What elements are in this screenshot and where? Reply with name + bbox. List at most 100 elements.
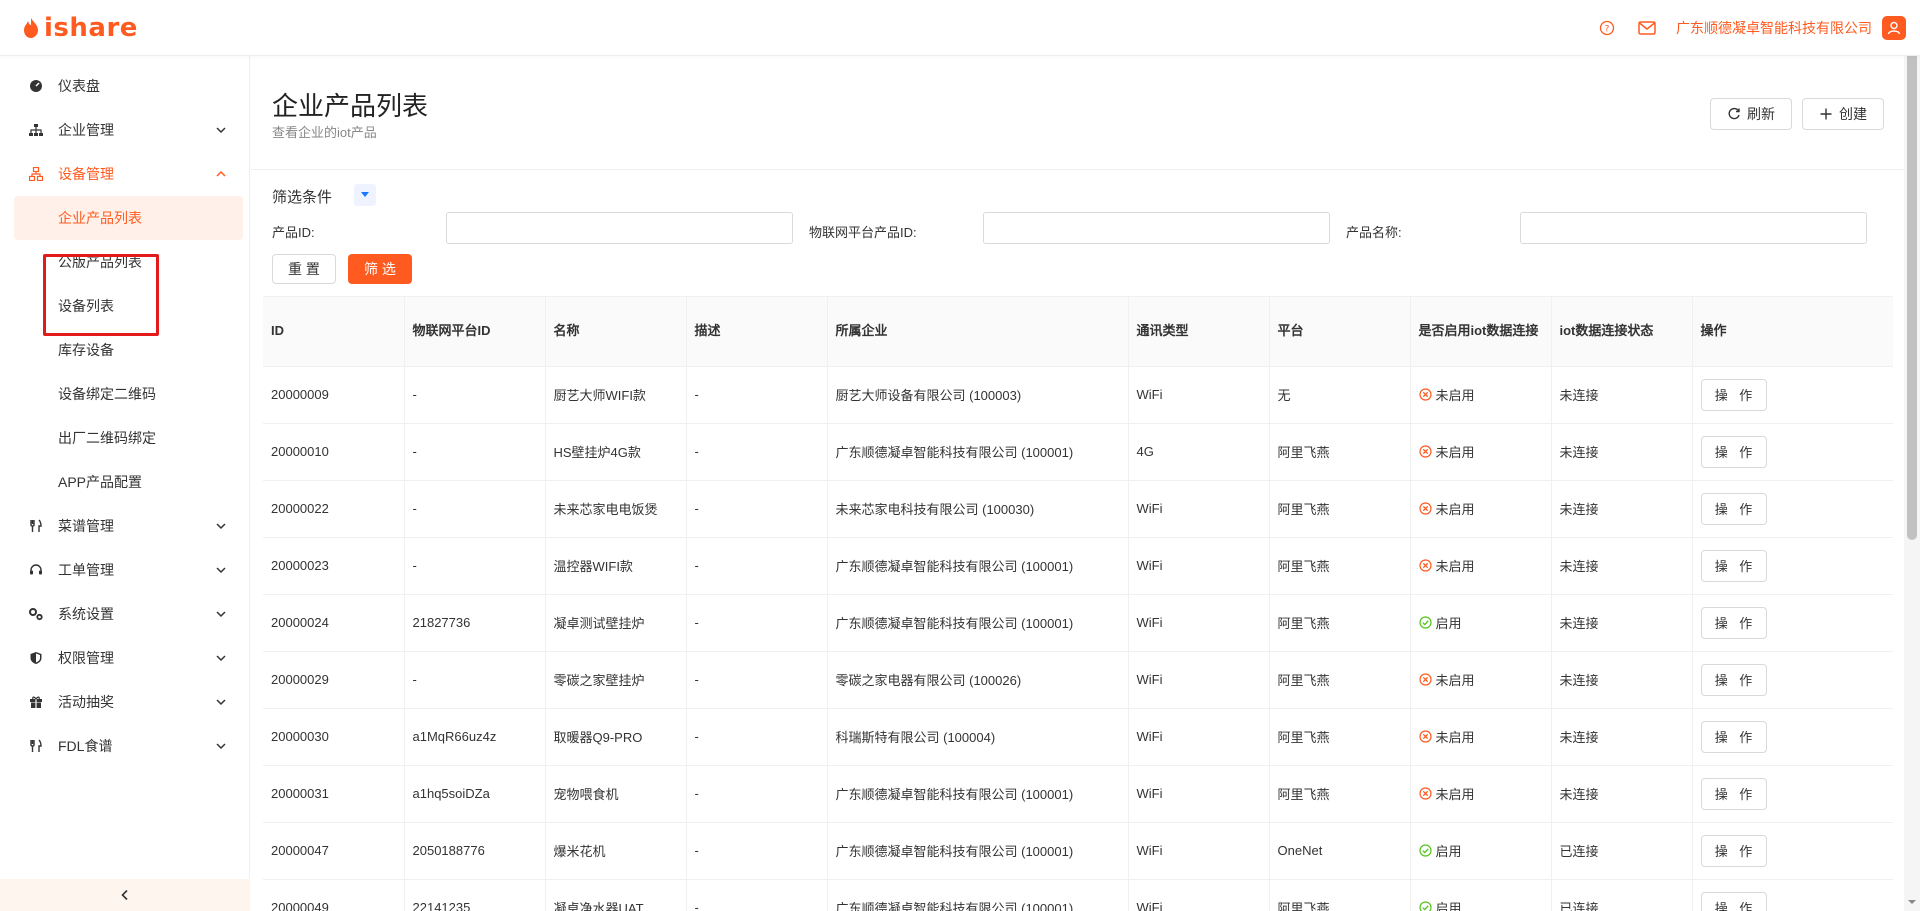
column-header: 名称	[545, 297, 687, 367]
sidebar-item-recipes[interactable]: 菜谱管理	[0, 504, 249, 548]
reset-button[interactable]: 重 置	[272, 254, 336, 284]
table-cell: WiFi	[1128, 822, 1270, 880]
check-circle-icon	[1418, 616, 1432, 629]
row-action-button[interactable]: 操 作	[1700, 720, 1767, 753]
table-cell-actions: 操 作	[1692, 822, 1893, 880]
app-logo[interactable]: ishare	[22, 13, 138, 43]
scroll-down-arrow-icon[interactable]	[1908, 898, 1916, 906]
table-cell: 未连接	[1551, 480, 1693, 538]
table-cell: 广东顺德凝卓智能科技有限公司 (100001)	[827, 537, 1129, 595]
sidebar-sub-app-config[interactable]: APP产品配置	[14, 460, 243, 504]
chevron-up-icon	[216, 170, 226, 177]
table-cell: 20000047	[263, 822, 405, 880]
table-cell: 未来芯家电电饭煲	[545, 480, 687, 538]
status-text: 启用	[1435, 844, 1462, 859]
table-cell: 未连接	[1551, 423, 1693, 481]
help-icon[interactable]: ?	[1596, 17, 1618, 39]
create-button[interactable]: 创建	[1802, 98, 1884, 130]
iot-enabled-status: 启用	[1418, 613, 1462, 632]
column-header: iot数据连接状态	[1551, 297, 1693, 367]
sidebar-item-label: 菜谱管理	[58, 518, 114, 534]
row-action-button[interactable]: 操 作	[1700, 891, 1767, 911]
table-cell-actions: 操 作	[1692, 366, 1893, 424]
sidebar: 仪表盘 企业管理 设备管理 企业产品列表 公版产品列表 设备列表 库存设备 设备…	[0, 56, 250, 911]
sidebar-item-label: 设备管理	[58, 166, 114, 182]
platform-product-id-input[interactable]	[983, 212, 1330, 244]
sidebar-item-settings[interactable]: 系统设置	[0, 592, 249, 636]
table-cell-actions: 操 作	[1692, 423, 1893, 481]
status-text: 启用	[1435, 616, 1462, 631]
sidebar-item-device[interactable]: 设备管理	[0, 152, 249, 196]
column-header: 操作	[1692, 297, 1893, 367]
scrollbar-thumb[interactable]	[1907, 20, 1917, 540]
chevron-down-icon	[216, 567, 226, 574]
x-circle-icon	[1418, 388, 1432, 401]
sidebar-item-lottery[interactable]: 活动抽奖	[0, 680, 249, 724]
table-row: 20000009- 厨艺大师WIFI款 - 厨艺大师设备有限公司 (100003) Wi…	[263, 366, 1893, 424]
table-cell: -	[404, 366, 546, 424]
sidebar-item-permissions[interactable]: 权限管理	[0, 636, 249, 680]
sidebar-collapse-button[interactable]	[0, 879, 250, 911]
sidebar-item-enterprise[interactable]: 企业管理	[0, 108, 249, 152]
table-cell: 阿里飞燕	[1269, 708, 1411, 766]
table-row: 20000010- HS壁挂炉4G款 - 广东顺德凝卓智能科技有限公司 (100001…	[263, 423, 1893, 481]
chevron-left-icon	[121, 889, 128, 901]
chevron-down-icon	[216, 611, 226, 618]
table-cell: -	[686, 879, 828, 911]
sidebar-sub-inventory[interactable]: 库存设备	[14, 328, 243, 372]
row-action-button[interactable]: 操 作	[1700, 435, 1767, 468]
row-action-button[interactable]: 操 作	[1700, 777, 1767, 810]
user-avatar-icon[interactable]	[1882, 16, 1906, 40]
sidebar-item-label: 企业管理	[58, 122, 114, 138]
table-cell: OneNet	[1269, 822, 1411, 880]
table-cell: 广东顺德凝卓智能科技有限公司 (100001)	[827, 423, 1129, 481]
table-cell: 未连接	[1551, 651, 1693, 709]
product-table: ID 物联网平台ID 名称 描述 所属企业 通讯类型 平台 是否启用iot数据连接 iot数据连…	[263, 296, 1893, 911]
sidebar-item-dashboard[interactable]: 仪表盘	[0, 64, 249, 108]
table-row: 20000049 22141235 凝卓净水器UAT - 广东顺德凝卓智能科技有限公司 …	[263, 879, 1893, 911]
sidebar-sub-enterprise-products[interactable]: 企业产品列表	[14, 196, 243, 240]
row-action-button[interactable]: 操 作	[1700, 834, 1767, 867]
table-cell: -	[686, 708, 828, 766]
table-cell-actions: 操 作	[1692, 480, 1893, 538]
table-cell: -	[686, 765, 828, 823]
sidebar-sub-bind-qrcode[interactable]: 设备绑定二维码	[14, 372, 243, 416]
page-scrollbar[interactable]	[1904, 0, 1920, 911]
sidebar-item-tickets[interactable]: 工单管理	[0, 548, 249, 592]
row-action-button[interactable]: 操 作	[1700, 492, 1767, 525]
table-cell: 20000009	[263, 366, 405, 424]
table-cell: 未连接	[1551, 765, 1693, 823]
row-action-button[interactable]: 操 作	[1700, 663, 1767, 696]
sidebar-sub-factory-qrcode[interactable]: 出厂二维码绑定	[14, 416, 243, 460]
refresh-button[interactable]: 刷新	[1710, 98, 1792, 130]
sidebar-sub-device-list[interactable]: 设备列表	[14, 284, 243, 328]
top-header: ishare ? 广东顺德凝卓智能科技有限公司	[0, 0, 1920, 56]
table-row: 20000023- 温控器WIFI款 - 广东顺德凝卓智能科技有限公司 (100001…	[263, 537, 1893, 595]
x-circle-icon	[1418, 559, 1432, 572]
iot-enabled-status: 未启用	[1418, 670, 1475, 689]
sidebar-item-fdl-recipes[interactable]: FDL食谱	[0, 724, 249, 768]
product-name-input[interactable]	[1520, 212, 1867, 244]
table-cell: 阿里飞燕	[1269, 765, 1411, 823]
current-company[interactable]: 广东顺德凝卓智能科技有限公司	[1676, 18, 1872, 38]
row-action-button[interactable]: 操 作	[1700, 549, 1767, 582]
filter-toggle-button[interactable]	[354, 184, 376, 206]
table-row: 20000030 a1MqR66uz4z 取暖器Q9-PRO - 科瑞斯特有限公司 (1…	[263, 708, 1893, 766]
table-cell: 未来芯家电科技有限公司 (100030)	[827, 480, 1129, 538]
product-id-input[interactable]	[446, 212, 793, 244]
sitemap-icon	[28, 122, 44, 138]
table-cell: -	[686, 651, 828, 709]
row-action-button[interactable]: 操 作	[1700, 378, 1767, 411]
table-cell: 4G	[1128, 423, 1270, 481]
sidebar-sub-public-products[interactable]: 公版产品列表	[14, 240, 243, 284]
table-cell: WiFi	[1128, 651, 1270, 709]
table-cell: 已连接	[1551, 822, 1693, 880]
chevron-down-icon	[216, 699, 226, 706]
filter-button[interactable]: 筛 选	[348, 254, 412, 284]
product-name-label: 产品名称:	[1346, 225, 1402, 240]
row-action-button[interactable]: 操 作	[1700, 606, 1767, 639]
sidebar-item-label: 系统设置	[58, 606, 114, 622]
table-cell: WiFi	[1128, 879, 1270, 911]
mail-icon[interactable]	[1636, 17, 1658, 39]
table-cell: 启用	[1410, 879, 1552, 911]
